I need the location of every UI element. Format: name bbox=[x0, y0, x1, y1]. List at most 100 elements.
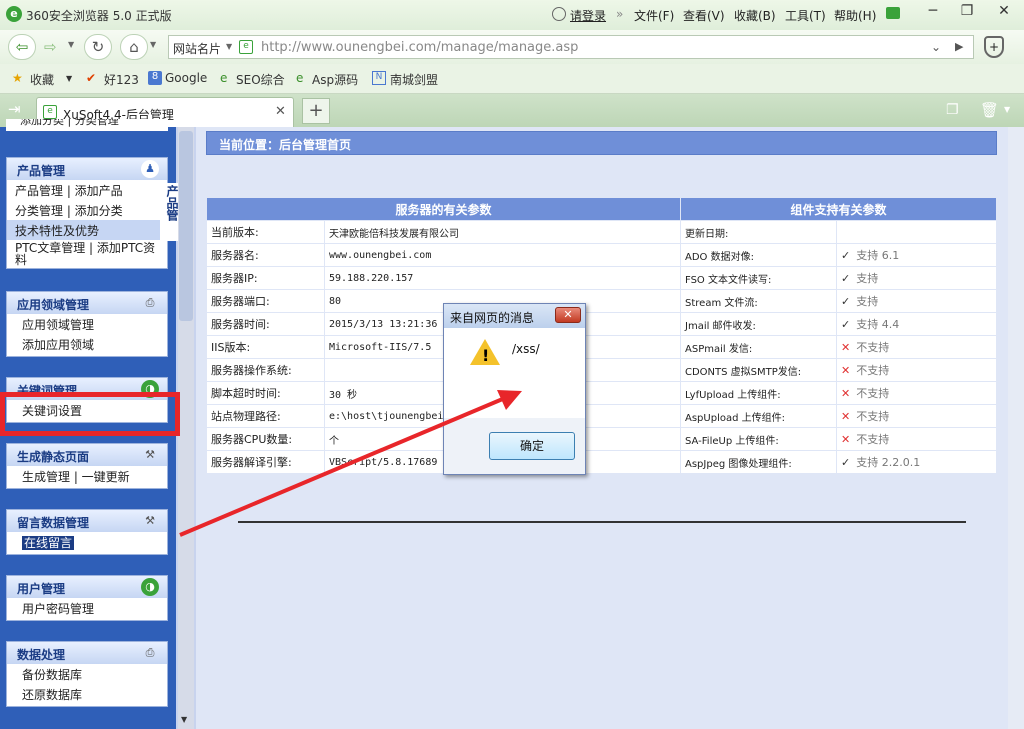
menu-item-online-messages[interactable]: 在线留言 bbox=[7, 532, 167, 552]
url-text[interactable]: http://www.ounengbei.com/manage/manage.a… bbox=[261, 40, 578, 55]
table-row: 服务器名: www.ounengbei.com ADO 数据对像: ✓ 支持 6.1 bbox=[206, 243, 997, 267]
server-param-label: 服务器IP: bbox=[206, 266, 325, 290]
component-status: ✓ 支持 bbox=[836, 289, 997, 313]
component-name: Stream 文件流: bbox=[680, 289, 837, 313]
component-name: 更新日期: bbox=[680, 220, 837, 244]
bookmark-favorites[interactable]: 收藏 bbox=[30, 71, 54, 88]
server-param-label: 服务器CPU数量: bbox=[206, 427, 325, 451]
ok-button[interactable]: 确定 bbox=[489, 432, 575, 460]
browser-logo-icon: e bbox=[6, 6, 22, 22]
menu-item-tech-features[interactable]: 技术特性及优势 bbox=[7, 220, 167, 240]
minimize-button[interactable]: ─ bbox=[916, 0, 950, 22]
login-link[interactable]: 请登录 bbox=[570, 7, 606, 24]
window-title: 360安全浏览器 5.0 正式版 bbox=[26, 9, 172, 23]
menu-item-generate[interactable]: 生成管理 | 一键更新 bbox=[7, 466, 167, 486]
partial-menu-item[interactable]: 添加分类 | 分类管理 bbox=[6, 119, 168, 131]
new-tab-button[interactable]: + bbox=[302, 98, 330, 124]
sidebar-scrollbar[interactable]: ▼ bbox=[178, 127, 194, 729]
tab-page-icon: e bbox=[43, 105, 57, 119]
favorites-dropdown-icon[interactable]: ▼ bbox=[66, 74, 72, 83]
site-card-label[interactable]: 网站名片 bbox=[173, 40, 221, 57]
menu-item-user-password[interactable]: 用户密码管理 bbox=[7, 598, 167, 618]
server-param-label: 服务器端口: bbox=[206, 289, 325, 313]
maximize-button[interactable]: ❐ bbox=[950, 0, 984, 22]
menu-item-app-add[interactable]: 添加应用领域 bbox=[7, 334, 167, 354]
trash-icon[interactable]: 🗑 bbox=[980, 101, 999, 119]
sidebar-scroll-thumb[interactable] bbox=[179, 131, 193, 321]
restore-tab-icon[interactable]: ❐ bbox=[946, 102, 959, 118]
menu-item-app-manage[interactable]: 应用领域管理 bbox=[7, 314, 167, 334]
main-scrollbar[interactable] bbox=[1008, 127, 1024, 729]
component-name: ADO 数据对像: bbox=[680, 243, 837, 267]
server-param-label: IIS版本: bbox=[206, 335, 325, 359]
component-name: ASPmail 发信: bbox=[680, 335, 837, 359]
hao123-icon: ✔ bbox=[86, 71, 97, 85]
close-window-button[interactable]: ✕ bbox=[984, 0, 1024, 22]
asp-page-icon: e bbox=[296, 71, 304, 85]
globe-icon: ◑ bbox=[141, 578, 159, 596]
address-dropdown-icon[interactable]: ⌄ bbox=[931, 40, 941, 54]
component-status bbox=[836, 220, 997, 244]
refresh-button[interactable]: ↻ bbox=[84, 34, 112, 60]
menu-item-categories[interactable]: 分类管理 | 添加分类 bbox=[7, 200, 167, 220]
home-button[interactable]: ⌂ bbox=[120, 34, 148, 60]
menu-file[interactable]: 文件(F) bbox=[634, 7, 674, 24]
menu-item-products[interactable]: 产品管理 | 添加产品 bbox=[7, 180, 167, 200]
trash-dropdown-icon[interactable]: ▼ bbox=[1004, 105, 1010, 114]
menu-item-online-messages-label[interactable]: 在线留言 bbox=[22, 536, 75, 550]
menu-view[interactable]: 查看(V) bbox=[683, 7, 725, 24]
home-dropdown-icon[interactable]: ▼ bbox=[150, 40, 156, 49]
forward-button[interactable]: ⇨ bbox=[44, 38, 57, 56]
scroll-down-icon[interactable]: ▼ bbox=[181, 715, 187, 724]
bookmark-google[interactable]: Google bbox=[165, 71, 207, 85]
floating-label: 产品管 bbox=[160, 183, 179, 241]
status-text: 支持 6.1 bbox=[856, 249, 900, 262]
divider bbox=[238, 521, 966, 523]
status-text: 支持 2.2.0.1 bbox=[856, 456, 921, 469]
bookmark-seo[interactable]: SEO综合 bbox=[236, 71, 285, 88]
menu-item-ptc[interactable]: PTC文章管理 | 添加PTC资料 bbox=[7, 240, 157, 268]
server-param-value: 天津欧能倍科技发展有限公司 bbox=[324, 220, 681, 244]
dialog-close-button[interactable]: ✕ bbox=[555, 307, 581, 323]
group-products: 产品管理 ♟ 产品管理 | 添加产品 分类管理 | 添加分类 技术特性及优势 P… bbox=[6, 157, 168, 269]
menu-favorites[interactable]: 收藏(B) bbox=[734, 7, 776, 24]
component-status: ✓ 支持 4.4 bbox=[836, 312, 997, 336]
bookmarks-bar: ★ 收藏 ▼ ✔ 好123 8 Google e SEO综合 e Asp源码 N… bbox=[0, 64, 1024, 94]
go-button[interactable]: ▶ bbox=[955, 40, 963, 53]
menu-tools[interactable]: 工具(T) bbox=[785, 7, 826, 24]
check-icon: ✓ bbox=[841, 249, 851, 262]
sidebar-toggle-icon[interactable]: ⇥ bbox=[8, 100, 21, 118]
table-row: 服务器IP: 59.188.220.157 FSO 文本文件读写: ✓ 支持 bbox=[206, 266, 997, 290]
menu-item-backup[interactable]: 备份数据库 bbox=[7, 664, 167, 684]
address-bar[interactable]: 网站名片 ▼ e http://www.ounengbei.com/manage… bbox=[168, 35, 974, 59]
tab-close-icon[interactable]: ✕ bbox=[275, 104, 286, 119]
group-applications: 应用领域管理 ⎙ 应用领域管理 添加应用领域 bbox=[6, 291, 168, 357]
site-card-dropdown-icon[interactable]: ▼ bbox=[226, 42, 232, 51]
dialog-message: /xss/ bbox=[512, 342, 540, 356]
menu-item-restore[interactable]: 还原数据库 bbox=[7, 684, 167, 704]
cross-icon: ✕ bbox=[841, 341, 851, 354]
server-param-label: 服务器名: bbox=[206, 243, 325, 267]
bookmark-hao123[interactable]: 好123 bbox=[104, 71, 139, 88]
skin-icon[interactable] bbox=[886, 7, 900, 19]
server-param-label: 站点物理路径: bbox=[206, 404, 325, 428]
bookmark-nancheng[interactable]: 南城剑盟 bbox=[390, 71, 438, 88]
forward-dropdown-icon[interactable]: ▼ bbox=[68, 40, 74, 49]
cross-icon: ✕ bbox=[841, 364, 851, 377]
user-icon bbox=[552, 7, 566, 21]
printer-icon: ⎙ bbox=[145, 646, 155, 659]
status-text: 不支持 bbox=[856, 387, 890, 400]
seo-page-icon: e bbox=[220, 71, 228, 85]
warning-mark: ! bbox=[482, 346, 490, 365]
component-name: AspJpeg 图像处理组件: bbox=[680, 450, 837, 474]
group-data: 数据处理 ⎙ 备份数据库 还原数据库 bbox=[6, 641, 168, 707]
server-param-value: www.ounengbei.com bbox=[324, 243, 681, 267]
security-shield-icon[interactable]: + bbox=[984, 36, 1004, 58]
server-param-label: 脚本超时时间: bbox=[206, 381, 325, 405]
bookmark-asp[interactable]: Asp源码 bbox=[312, 71, 358, 88]
back-button[interactable]: ⇦ bbox=[8, 34, 36, 60]
menu-help[interactable]: 帮助(H) bbox=[834, 7, 876, 24]
star-icon: ★ bbox=[12, 71, 23, 85]
status-text: 支持 bbox=[856, 272, 879, 285]
alert-dialog: 来自网页的消息 ✕ ! /xss/ 确定 bbox=[443, 303, 586, 475]
